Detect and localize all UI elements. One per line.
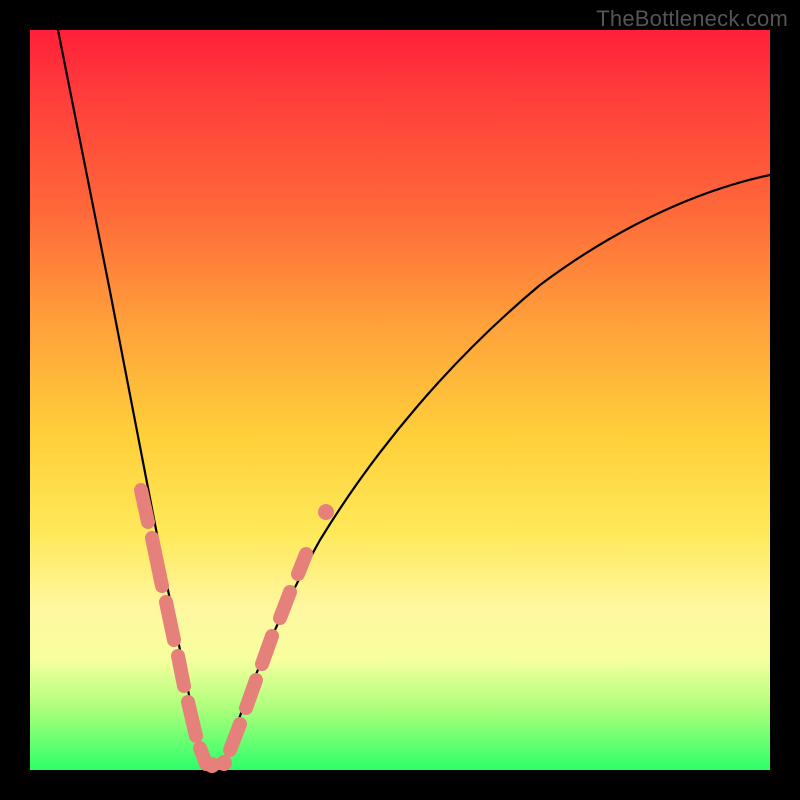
marker-right-5 — [298, 554, 306, 574]
marker-right-2 — [246, 680, 256, 708]
marker-left-1 — [141, 490, 148, 522]
marker-left-5 — [188, 702, 196, 736]
marker-left-3 — [166, 602, 174, 640]
marker-right-4 — [280, 592, 290, 618]
marker-trough-2 — [216, 755, 232, 771]
marker-right-3 — [262, 636, 272, 664]
marker-right-1 — [230, 724, 240, 750]
watermark-text: TheBottleneck.com — [596, 6, 788, 32]
marker-left-4 — [178, 656, 184, 686]
plot-area — [30, 30, 770, 770]
outer-frame: TheBottleneck.com — [0, 0, 800, 800]
bottleneck-curve — [30, 30, 770, 770]
marker-left-2 — [152, 538, 162, 586]
marker-right-6 — [318, 504, 334, 520]
curve-path — [58, 30, 770, 766]
